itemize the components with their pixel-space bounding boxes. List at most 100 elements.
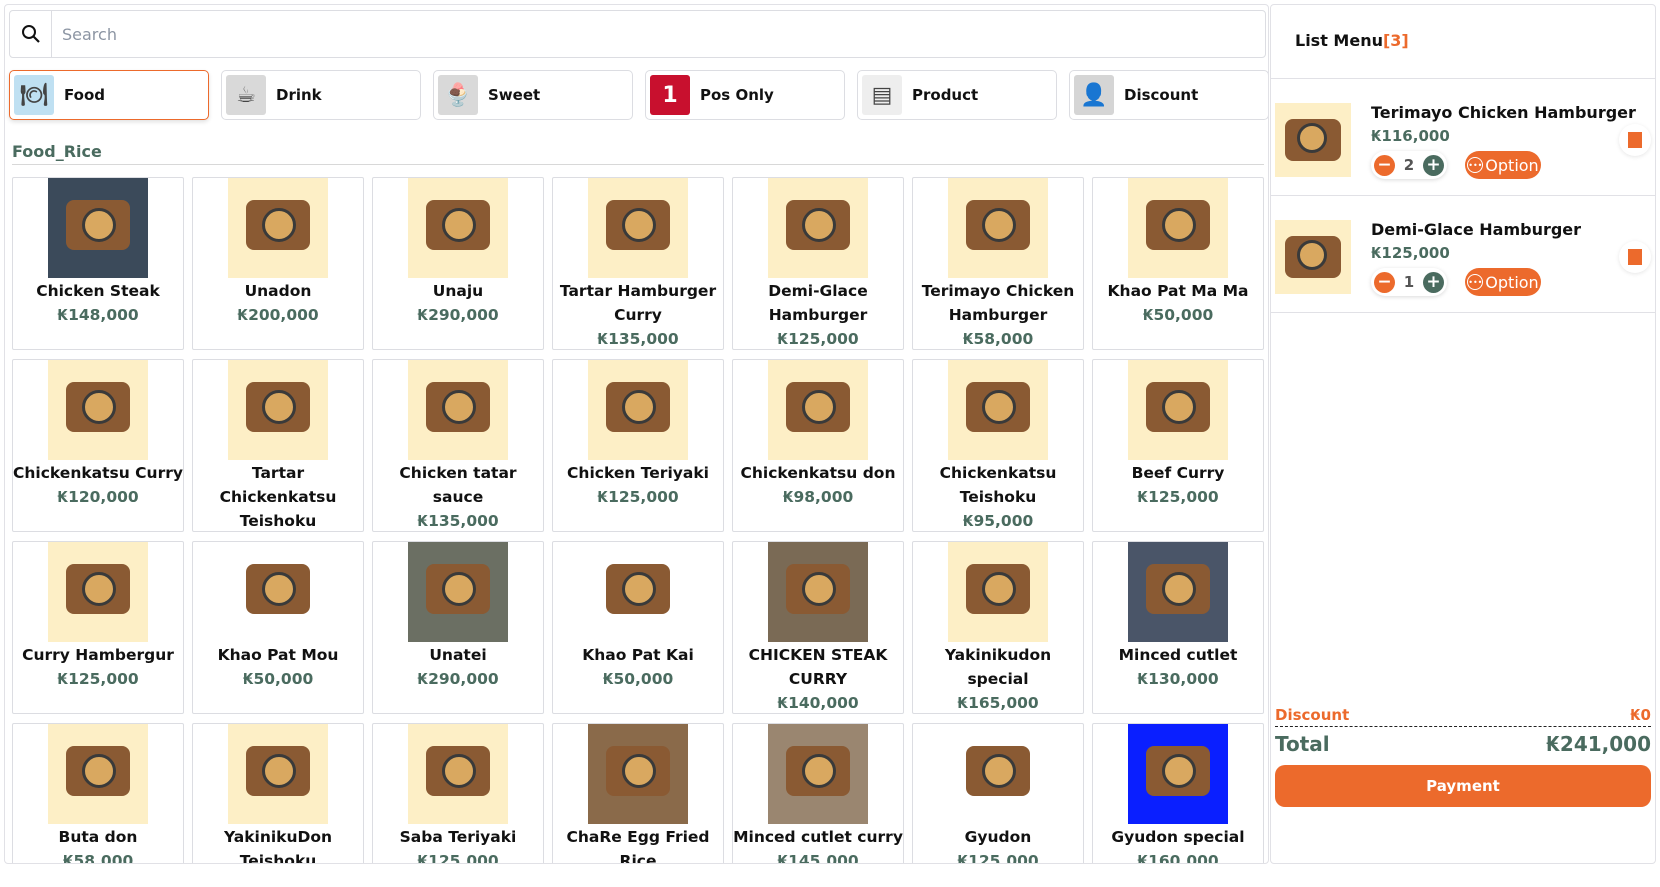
- product-name: Chicken tatar sauce: [399, 464, 517, 506]
- plus-icon[interactable]: +: [1423, 271, 1444, 293]
- search-icon[interactable]: [10, 11, 52, 57]
- product-card[interactable]: CHICKEN STEAK CURRY ₭140,000: [732, 541, 904, 714]
- product-card[interactable]: Curry Hambergur ₭125,000: [12, 541, 184, 714]
- section-title: Food_Rice: [12, 142, 1264, 165]
- product-card[interactable]: Gyudon ₭125,000: [912, 723, 1084, 863]
- menu-panel: 🍽 Food ☕ Drink 🍨 Sweet 1 Pos Only ▤ Product 👤 Disco…: [4, 4, 1269, 864]
- order-item-price: ₭116,000: [1371, 127, 1450, 145]
- category-label: Product: [912, 86, 979, 104]
- product-price: ₭50,000: [602, 670, 674, 688]
- option-button[interactable]: ••• Option: [1465, 151, 1541, 179]
- product-card[interactable]: Chickenkatsu Teishoku ₭95,000: [912, 359, 1084, 532]
- product-card[interactable]: Khao Pat Mou ₭50,000: [192, 541, 364, 714]
- product-card[interactable]: Unaju ₭290,000: [372, 177, 544, 350]
- search-input[interactable]: [52, 24, 1265, 44]
- product-name: ChaRe Egg Fried Rice: [566, 828, 710, 864]
- product-name: Buta don: [58, 828, 138, 846]
- total-label: Total: [1275, 732, 1330, 756]
- delete-button[interactable]: [1619, 241, 1651, 273]
- product-image: [408, 360, 508, 460]
- search-bar: [9, 10, 1266, 58]
- product-card[interactable]: Chicken Steak ₭148,000: [12, 177, 184, 350]
- product-image: [48, 724, 148, 824]
- product-image: [228, 178, 328, 278]
- product-price: ₭200,000: [237, 306, 319, 324]
- coffee-cups-icon: ☕: [226, 75, 266, 115]
- category-tab-sweet[interactable]: 🍨 Sweet: [433, 70, 633, 120]
- order-item-name: Demi-Glace Hamburger: [1371, 220, 1582, 239]
- product-card[interactable]: Minced cutlet curry ₭145,000: [732, 723, 904, 863]
- product-price: ₭135,000: [417, 512, 499, 530]
- product-name: Chickenkatsu don: [740, 464, 896, 482]
- product-price: ₭98,000: [782, 488, 854, 506]
- product-card[interactable]: Chickenkatsu Curry ₭120,000: [12, 359, 184, 532]
- product-name: Gyudon special: [1111, 828, 1245, 846]
- order-item-image: [1275, 220, 1351, 294]
- product-card[interactable]: Khao Pat Ma Ma ₭50,000: [1092, 177, 1264, 350]
- product-name: Saba Teriyaki: [399, 828, 517, 846]
- product-card[interactable]: Khao Pat Kai ₭50,000: [552, 541, 724, 714]
- product-card[interactable]: Chicken tatar sauce ₭135,000: [372, 359, 544, 532]
- category-tab-discount[interactable]: 👤 Discount: [1069, 70, 1268, 120]
- product-price: ₭130,000: [1137, 670, 1219, 688]
- option-button[interactable]: ••• Option: [1465, 268, 1541, 296]
- product-price: ₭58,000: [62, 852, 134, 864]
- minus-icon[interactable]: −: [1374, 271, 1395, 293]
- total-row: Total ₭241,000: [1275, 732, 1651, 756]
- category-tab-drink[interactable]: ☕ Drink: [221, 70, 421, 120]
- product-card[interactable]: Tartar Chickenkatsu Teishoku₭110,000: [192, 359, 364, 532]
- product-name: Chicken Steak: [36, 282, 160, 300]
- product-card[interactable]: Yakinikudon special ₭165,000: [912, 541, 1084, 714]
- product-image: [768, 360, 868, 460]
- discount-row: Discount ₭0: [1275, 706, 1651, 727]
- category-tab-product[interactable]: ▤ Product: [857, 70, 1057, 120]
- product-card[interactable]: Saba Teriyaki ₭125,000: [372, 723, 544, 863]
- product-image: [408, 178, 508, 278]
- category-label: Drink: [276, 86, 322, 104]
- order-item-price: ₭125,000: [1371, 244, 1450, 262]
- product-card[interactable]: Gyudon special ₭160,000: [1092, 723, 1264, 863]
- product-card[interactable]: Minced cutlet ₭130,000: [1092, 541, 1264, 714]
- product-card[interactable]: Demi-Glace Hamburger ₭125,000: [732, 177, 904, 350]
- product-card[interactable]: Chicken Teriyaki ₭125,000: [552, 359, 724, 532]
- product-card[interactable]: YakinikuDon Teishoku₭125,000: [192, 723, 364, 863]
- category-label: Pos Only: [700, 86, 774, 104]
- product-name: Chicken Teriyaki: [567, 464, 709, 482]
- product-card[interactable]: Unadon ₭200,000: [192, 177, 364, 350]
- product-card[interactable]: ChaRe Egg Fried Rice₭125,000: [552, 723, 724, 864]
- quantity-stepper: −2 +: [1371, 151, 1447, 179]
- order-item-image: [1275, 103, 1351, 177]
- product-image: [588, 542, 688, 642]
- product-image: [228, 360, 328, 460]
- user-placeholder-icon: 👤: [1074, 75, 1114, 115]
- delete-button[interactable]: [1619, 124, 1651, 156]
- product-card[interactable]: Terimayo Chicken Hamburger ₭58,000: [912, 177, 1084, 350]
- product-price: ₭140,000: [777, 694, 859, 712]
- product-name: Terimayo Chicken Hamburger: [921, 282, 1075, 324]
- quantity-value: 1: [1403, 273, 1415, 291]
- category-tabs: 🍽 Food ☕ Drink 🍨 Sweet 1 Pos Only ▤ Product 👤 Disco…: [9, 70, 1268, 120]
- product-card[interactable]: Chickenkatsu don ₭98,000: [732, 359, 904, 532]
- minus-icon[interactable]: −: [1374, 154, 1395, 176]
- product-card[interactable]: Buta don ₭58,000: [12, 723, 184, 864]
- product-image: [1128, 178, 1228, 278]
- product-card[interactable]: Beef Curry ₭125,000: [1092, 359, 1264, 532]
- plus-icon[interactable]: +: [1423, 154, 1444, 176]
- product-card[interactable]: Unatei ₭290,000: [372, 541, 544, 714]
- order-item: Demi-Glace Hamburger ₭125,000 −1 + ••• Opt…: [1271, 196, 1655, 313]
- payment-button[interactable]: Payment: [1275, 765, 1651, 807]
- one-logo-icon: 1: [650, 75, 690, 115]
- product-price: ₭125,000: [597, 488, 679, 506]
- product-name: Minced cutlet: [1118, 646, 1238, 664]
- product-image: [948, 724, 1048, 824]
- order-count: [3]: [1382, 31, 1409, 50]
- category-tab-food[interactable]: 🍽 Food: [9, 70, 209, 120]
- product-image: [228, 724, 328, 824]
- product-image: [48, 360, 148, 460]
- product-image: [768, 542, 868, 642]
- quantity-value: 2: [1403, 156, 1415, 174]
- product-card[interactable]: Tartar Hamburger Curry ₭135,000: [552, 177, 724, 350]
- product-price: ₭290,000: [417, 670, 499, 688]
- product-image: [1128, 724, 1228, 824]
- category-tab-pos-only[interactable]: 1 Pos Only: [645, 70, 845, 120]
